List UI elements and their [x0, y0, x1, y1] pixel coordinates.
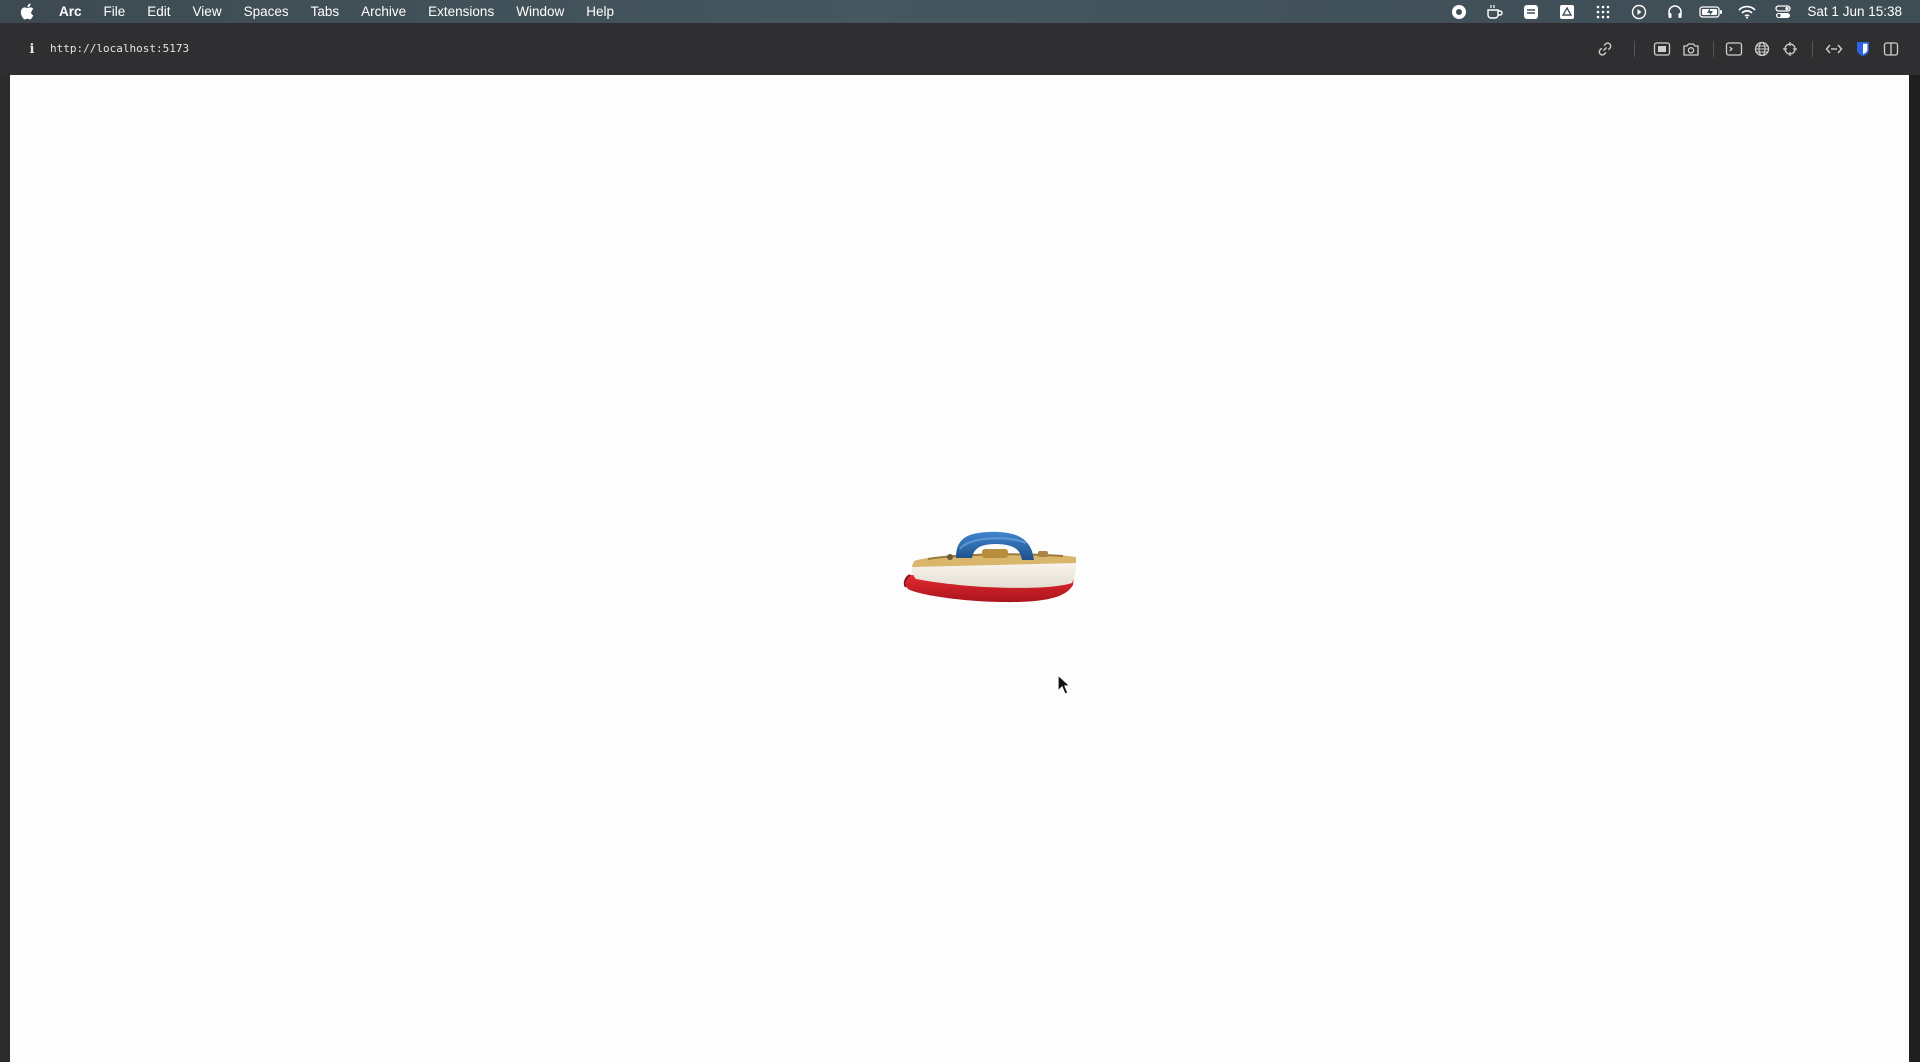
status-area: Sat 1 Jun 15:38	[1441, 0, 1920, 23]
toolbar-divider	[1634, 41, 1635, 57]
toolbar-divider	[1812, 41, 1813, 57]
crosshair-icon[interactable]	[1778, 37, 1802, 61]
window-edge	[1909, 75, 1920, 1062]
menu-extensions[interactable]: Extensions	[417, 0, 505, 23]
link-icon[interactable]	[1593, 37, 1617, 61]
menu-view[interactable]: View	[182, 0, 233, 23]
headphones-icon[interactable]	[1657, 0, 1693, 23]
extensions-icon[interactable]	[1822, 37, 1846, 61]
toolbar-divider	[1713, 41, 1714, 57]
grid-icon[interactable]	[1585, 0, 1621, 23]
menu-edit[interactable]: Edit	[136, 0, 181, 23]
url-field[interactable]: http://localhost:5173	[50, 39, 189, 59]
control-center-icon[interactable]	[1765, 0, 1801, 23]
menu-app-name[interactable]: Arc	[48, 0, 93, 23]
menu-tabs[interactable]: Tabs	[300, 0, 351, 23]
menu-file[interactable]: File	[93, 0, 137, 23]
info-icon[interactable]: i	[24, 41, 40, 57]
record-icon[interactable]	[1441, 0, 1477, 23]
camera-icon[interactable]	[1679, 37, 1703, 61]
menu-window[interactable]: Window	[505, 0, 575, 23]
wifi-icon[interactable]	[1729, 0, 1765, 23]
menu-spaces[interactable]: Spaces	[233, 0, 300, 23]
toy-boat-image	[903, 531, 1076, 603]
globe-icon[interactable]	[1750, 37, 1774, 61]
notes-icon[interactable]	[1513, 0, 1549, 23]
browser-window: i http://localhost:5173	[0, 23, 1920, 1062]
coffee-icon[interactable]	[1477, 0, 1513, 23]
capture-icon[interactable]	[1650, 37, 1674, 61]
menu-bar: Arc File Edit View Spaces Tabs Archive E…	[0, 0, 1920, 23]
battery-icon[interactable]	[1693, 0, 1729, 23]
menu-archive[interactable]: Archive	[350, 0, 417, 23]
drive-icon[interactable]	[1549, 0, 1585, 23]
apple-icon[interactable]	[18, 3, 36, 21]
menu-help[interactable]: Help	[575, 0, 625, 23]
page-viewport	[10, 75, 1909, 1062]
play-icon[interactable]	[1621, 0, 1657, 23]
menubar-clock[interactable]: Sat 1 Jun 15:38	[1801, 4, 1920, 19]
bitwarden-icon[interactable]	[1851, 37, 1875, 61]
terminal-icon[interactable]	[1722, 37, 1746, 61]
browser-toolbar: i http://localhost:5173	[0, 23, 1920, 75]
sidebar-toggle-icon[interactable]	[1879, 37, 1903, 61]
mouse-cursor-icon	[1057, 674, 1072, 695]
